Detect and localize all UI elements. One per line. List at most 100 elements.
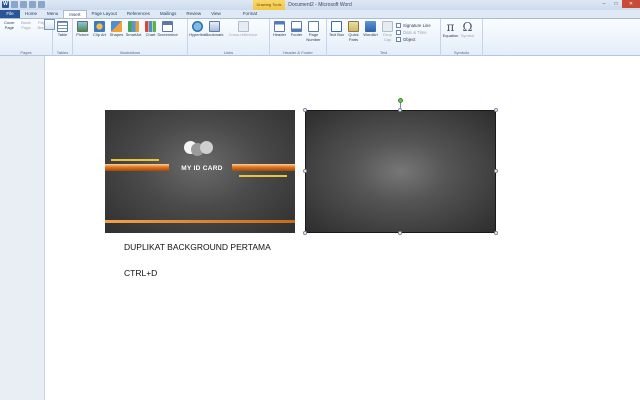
bookmark-icon bbox=[209, 21, 220, 32]
rotate-handle[interactable] bbox=[398, 98, 403, 103]
resize-handle-w[interactable] bbox=[303, 169, 307, 173]
tab-file[interactable]: File bbox=[0, 10, 20, 18]
text-box-label: Text Box bbox=[328, 32, 345, 37]
table-label: Table bbox=[57, 32, 68, 37]
hyperlink-label: Hyperlink bbox=[189, 32, 206, 37]
page-break-button[interactable]: Page Break bbox=[34, 19, 55, 30]
date-time-label: Date & Time bbox=[403, 29, 427, 35]
group-tables: Table Tables bbox=[53, 19, 73, 56]
drop-cap-button[interactable]: Drop Cap bbox=[379, 21, 396, 42]
bookmark-label: Bookmark bbox=[205, 32, 224, 37]
yellow-line-right bbox=[239, 175, 287, 177]
quick-parts-label: Quick Parts bbox=[348, 32, 359, 42]
document-text-line-1: DUPLIKAT BACKGROUND PERTAMA bbox=[124, 242, 271, 252]
resize-handle-se[interactable] bbox=[494, 231, 498, 235]
tab-view[interactable]: View bbox=[206, 10, 226, 18]
group-header-footer: Header Footer Page Number Header & Foote… bbox=[270, 19, 327, 56]
smartart-label: SmartArt bbox=[125, 32, 142, 37]
footer-label: Footer bbox=[290, 32, 303, 37]
resize-handle-n[interactable] bbox=[398, 108, 402, 112]
resize-handle-sw[interactable] bbox=[303, 231, 307, 235]
header-button[interactable]: Header bbox=[271, 21, 288, 38]
wordart-button[interactable]: WordArt bbox=[362, 21, 379, 38]
id-card-duplicate[interactable] bbox=[305, 110, 496, 233]
window-title: Document2 - Microsoft Word bbox=[288, 2, 352, 8]
screenshot-button[interactable]: Screenshot bbox=[157, 21, 178, 38]
symbol-label: Symbol bbox=[460, 33, 475, 38]
page-number-label: Page Number bbox=[306, 32, 321, 42]
shapes-button[interactable]: Shapes bbox=[108, 21, 125, 38]
group-label-header-footer: Header & Footer bbox=[283, 50, 313, 55]
resize-handle-e[interactable] bbox=[494, 169, 498, 173]
maximize-button[interactable]: □ bbox=[610, 0, 622, 8]
page-number-icon bbox=[308, 21, 319, 32]
text-box-button[interactable]: Text Box bbox=[328, 21, 345, 38]
smartart-icon bbox=[128, 21, 139, 32]
screenshot-icon bbox=[162, 21, 173, 32]
group-text: Text Box Quick Parts WordArt Drop Cap Si… bbox=[327, 19, 441, 56]
signature-line-icon bbox=[396, 22, 401, 28]
pi-icon: π bbox=[446, 20, 455, 34]
picture-button[interactable]: Picture bbox=[74, 21, 91, 38]
hyperlink-button[interactable]: Hyperlink bbox=[189, 21, 206, 38]
card-title: MY ID CARD bbox=[181, 165, 223, 172]
page-number-button[interactable]: Page Number bbox=[305, 21, 322, 42]
tab-menu[interactable]: Menu bbox=[42, 10, 63, 18]
tab-review[interactable]: Review bbox=[181, 10, 206, 18]
blank-page-button[interactable]: Blank Page bbox=[18, 19, 55, 30]
date-time-button[interactable]: Date & Time bbox=[396, 29, 431, 35]
object-icon bbox=[396, 36, 401, 42]
drop-cap-label: Drop Cap bbox=[383, 32, 392, 42]
equation-button[interactable]: π Equation bbox=[442, 21, 459, 39]
chart-label: Chart bbox=[145, 32, 156, 37]
close-button[interactable]: ✕ bbox=[622, 0, 640, 8]
screenshot-label: Screenshot bbox=[157, 32, 178, 37]
symbol-button[interactable]: Ω Symbol bbox=[459, 21, 476, 39]
shapes-icon bbox=[111, 21, 122, 32]
wordart-label: WordArt bbox=[363, 32, 378, 37]
resize-handle-nw[interactable] bbox=[303, 108, 307, 112]
orange-stripe-left bbox=[105, 164, 169, 171]
logo-circle-right bbox=[200, 141, 213, 154]
resize-handle-ne[interactable] bbox=[494, 108, 498, 112]
tab-insert[interactable]: Insert bbox=[63, 10, 87, 18]
tab-home[interactable]: Home bbox=[20, 10, 42, 18]
group-symbols: π Equation Ω Symbol Symbols bbox=[441, 19, 483, 56]
tab-page-layout[interactable]: Page Layout bbox=[87, 10, 122, 18]
date-time-icon bbox=[396, 29, 401, 35]
clip-art-label: Clip Art bbox=[93, 32, 106, 37]
cross-reference-icon bbox=[237, 21, 249, 32]
bookmark-button[interactable]: Bookmark bbox=[205, 21, 224, 38]
equation-label: Equation bbox=[442, 33, 459, 38]
tab-mailings[interactable]: Mailings bbox=[155, 10, 182, 18]
hyperlink-icon bbox=[192, 21, 203, 32]
group-label-pages: Pages bbox=[20, 50, 32, 55]
clip-art-button[interactable]: Clip Art bbox=[91, 21, 108, 38]
group-label-text: Text bbox=[379, 50, 388, 55]
group-label-tables: Tables bbox=[56, 50, 69, 55]
tab-format[interactable]: Format bbox=[238, 10, 262, 18]
cover-page-label: Cover Page bbox=[4, 20, 15, 30]
blank-page-label: Blank Page bbox=[21, 20, 32, 30]
footer-button[interactable]: Footer bbox=[288, 21, 305, 38]
tab-references[interactable]: References bbox=[122, 10, 155, 18]
smartart-button[interactable]: SmartArt bbox=[125, 21, 142, 38]
minimize-button[interactable]: – bbox=[598, 0, 610, 8]
footer-icon bbox=[291, 21, 302, 32]
resize-handle-s[interactable] bbox=[398, 231, 402, 235]
table-button[interactable]: Table bbox=[54, 21, 71, 38]
cover-page-button[interactable]: Cover Page bbox=[1, 19, 55, 30]
signature-line-button[interactable]: Signature Line bbox=[396, 22, 431, 28]
window-controls: – □ ✕ bbox=[598, 0, 640, 8]
group-label-symbols: Symbols bbox=[453, 50, 470, 55]
object-button[interactable]: Object bbox=[396, 36, 431, 42]
id-card-original[interactable]: MY ID CARD bbox=[105, 110, 295, 233]
quick-parts-button[interactable]: Quick Parts bbox=[345, 21, 362, 42]
quick-parts-icon bbox=[348, 21, 359, 32]
group-label-illustrations: Illustrations bbox=[119, 50, 141, 55]
signature-line-label: Signature Line bbox=[403, 22, 431, 28]
picture-icon bbox=[77, 21, 88, 32]
cross-reference-button[interactable]: Cross-reference bbox=[223, 21, 263, 38]
yellow-line-left bbox=[111, 159, 159, 161]
orange-stripe-right bbox=[232, 164, 295, 171]
